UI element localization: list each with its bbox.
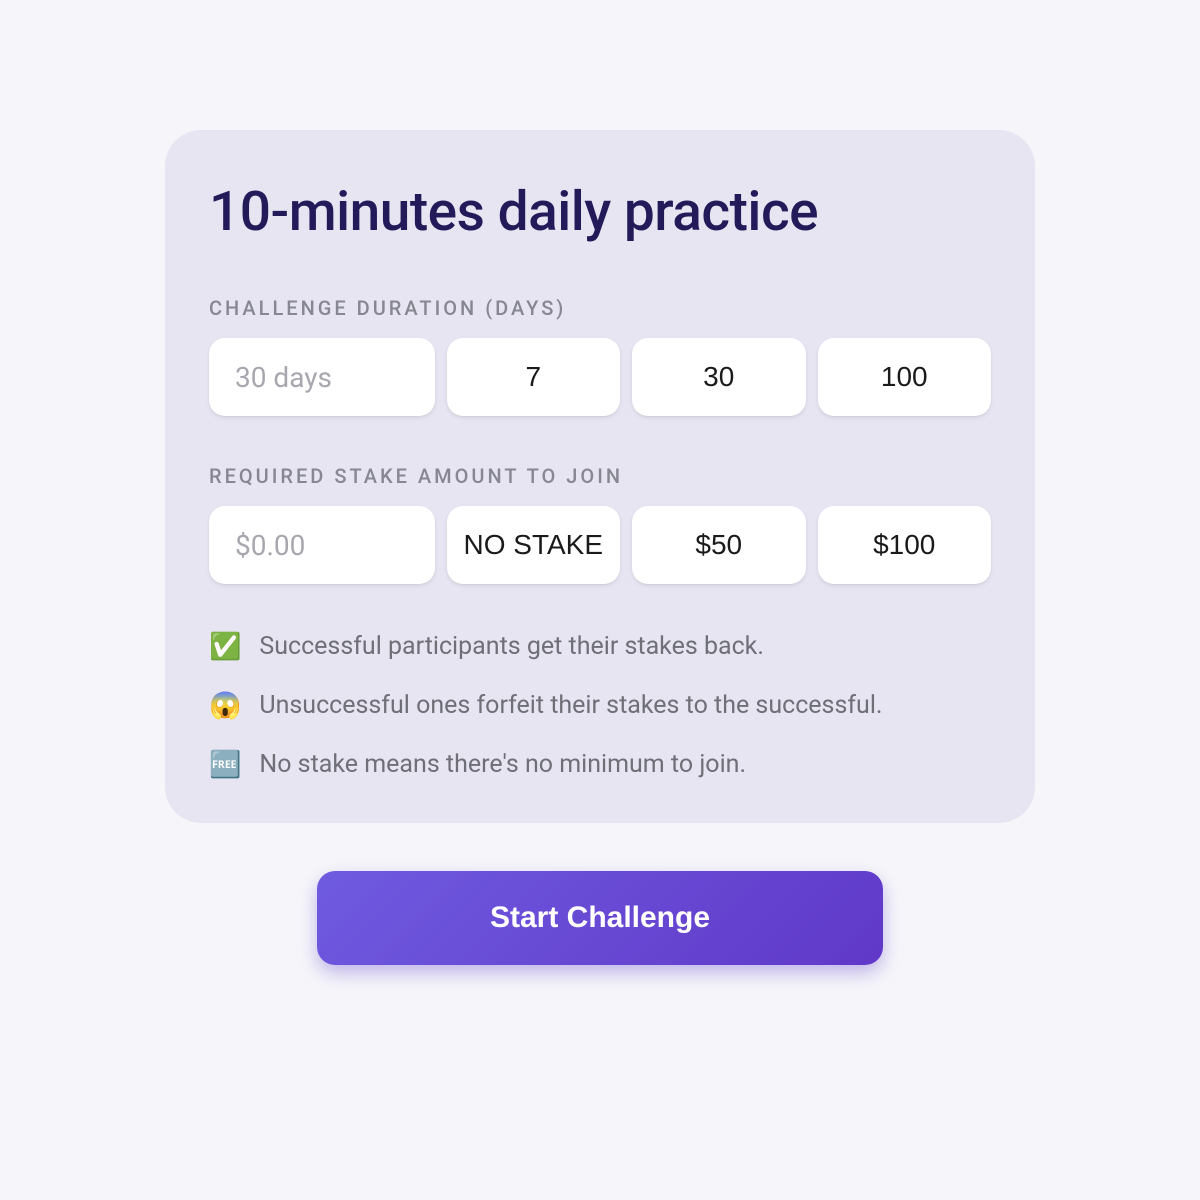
scream-icon: 😱: [209, 693, 241, 719]
info-item-free: 🆓 No stake means there's no minimum to j…: [209, 750, 991, 779]
duration-option-7[interactable]: 7: [447, 338, 621, 416]
info-list: ✅ Successful participants get their stak…: [209, 632, 991, 779]
stake-option-none[interactable]: NO STAKE: [447, 506, 621, 584]
stake-row: NO STAKE $50 $100: [209, 506, 991, 584]
card-title: 10-minutes daily practice: [209, 180, 991, 244]
free-icon: 🆓: [209, 752, 241, 778]
info-item-forfeit: 😱 Unsuccessful ones forfeit their stakes…: [209, 691, 991, 720]
stake-option-100[interactable]: $100: [818, 506, 992, 584]
info-text: Successful participants get their stakes…: [259, 632, 764, 661]
duration-row: 7 30 100: [209, 338, 991, 416]
check-icon: ✅: [209, 634, 241, 660]
duration-input[interactable]: [235, 361, 409, 394]
info-item-success: ✅ Successful participants get their stak…: [209, 632, 991, 661]
challenge-card: 10-minutes daily practice CHALLENGE DURA…: [165, 130, 1035, 823]
stake-label: REQUIRED STAKE AMOUNT TO JOIN: [209, 464, 991, 488]
stake-option-50[interactable]: $50: [632, 506, 806, 584]
stake-input[interactable]: [235, 529, 409, 562]
duration-label: CHALLENGE DURATION (DAYS): [209, 296, 991, 320]
duration-input-wrap[interactable]: [209, 338, 435, 416]
duration-option-100[interactable]: 100: [818, 338, 992, 416]
duration-option-30[interactable]: 30: [632, 338, 806, 416]
info-text: No stake means there's no minimum to joi…: [259, 750, 746, 779]
start-challenge-button[interactable]: Start Challenge: [317, 871, 883, 965]
info-text: Unsuccessful ones forfeit their stakes t…: [259, 691, 882, 720]
stake-input-wrap[interactable]: [209, 506, 435, 584]
